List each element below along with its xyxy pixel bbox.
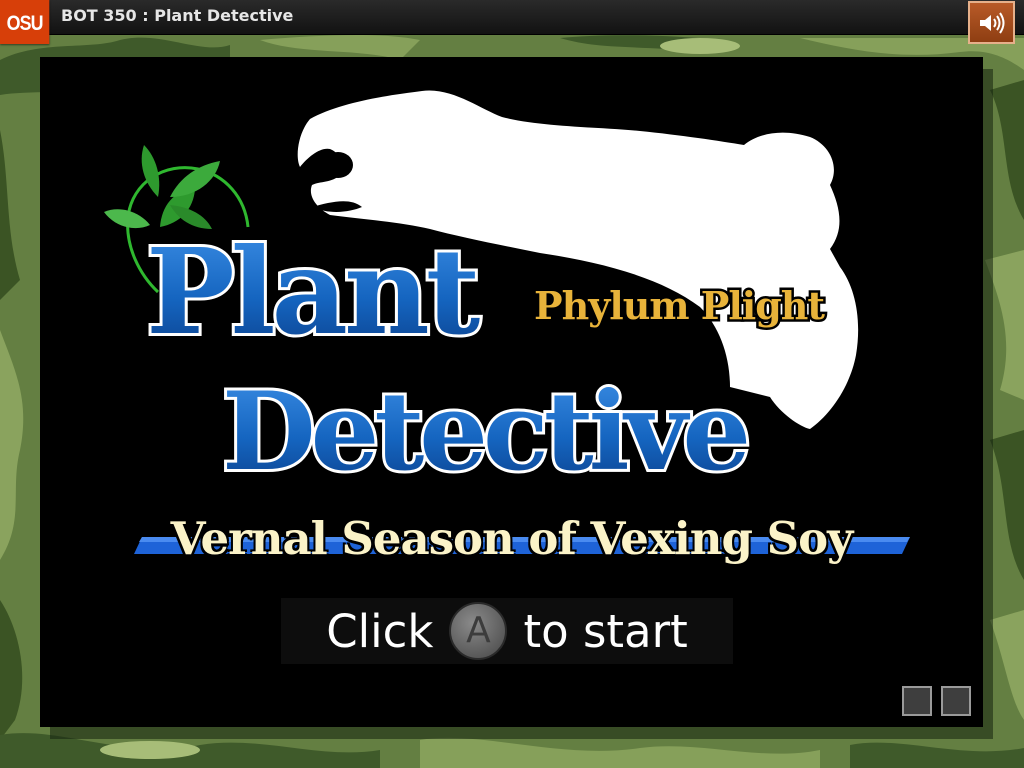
- title-tagline: Phylum Plight: [534, 283, 825, 328]
- course-title: BOT 350 : Plant Detective: [61, 6, 294, 25]
- a-button-icon[interactable]: A: [449, 602, 508, 660]
- corner-button-right[interactable]: [941, 686, 971, 716]
- prompt-start-text: to start: [523, 604, 688, 658]
- subtitle: Vernal Season of Vexing Soy: [170, 512, 854, 565]
- start-prompt[interactable]: Click A to start: [281, 598, 733, 664]
- sound-toggle-button[interactable]: [968, 1, 1015, 44]
- title-detective: Detective: [222, 369, 746, 495]
- prompt-click-text: Click: [326, 604, 434, 658]
- leaf-sprout-icon: [104, 145, 220, 229]
- top-bar: OSU BOT 350 : Plant Detective: [0, 0, 1024, 44]
- corner-button-left[interactable]: [902, 686, 932, 716]
- speaker-volume-icon: [980, 12, 1005, 34]
- game-stage: Plant Phylum Plight Detective Vernal Sea…: [40, 57, 983, 727]
- osu-logo: OSU: [0, 0, 50, 44]
- title-plant: Plant: [146, 222, 480, 361]
